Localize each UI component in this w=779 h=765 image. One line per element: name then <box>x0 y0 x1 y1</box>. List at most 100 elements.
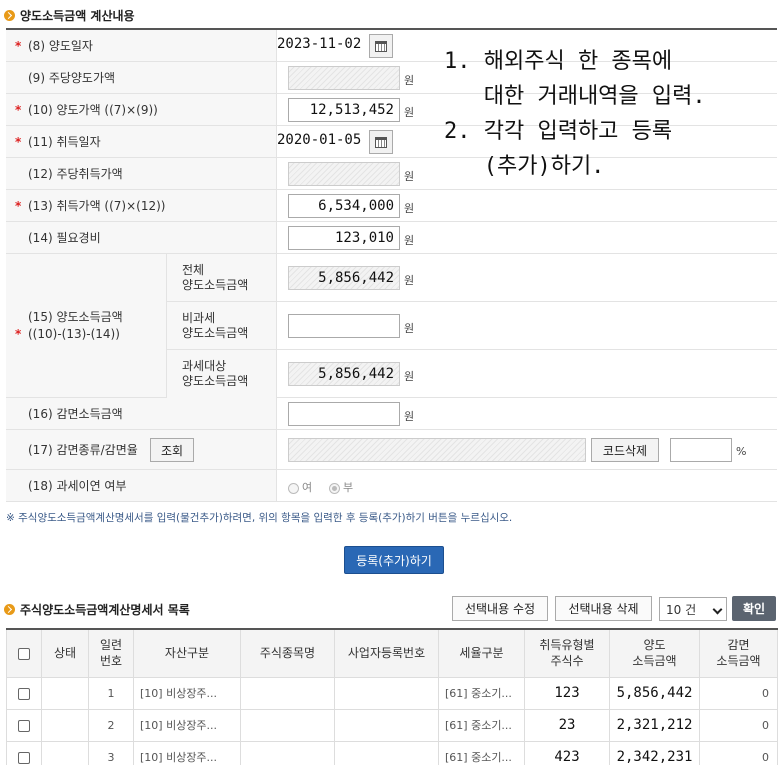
percent-unit: % <box>736 445 747 458</box>
confirm-button[interactable]: 확인 <box>732 596 776 621</box>
calendar-icon <box>375 136 387 148</box>
col-stock: 주식종목명 <box>240 628 335 678</box>
transfer-income-label: (15) 양도소득금액 <box>28 309 123 324</box>
chevron-down-icon <box>712 604 723 615</box>
reduction-rate-input[interactable] <box>670 438 732 462</box>
row-checkbox[interactable] <box>18 719 30 732</box>
necessary-expenses-label: (14) 필요경비 <box>28 231 101 245</box>
unit-won: 원 <box>404 234 415 247</box>
transfer-date-label: (8) 양도일자 <box>28 39 93 53</box>
row-acquisition-price: * (13) 취득가액 ((7)×(12)) 6,534,000 원 <box>6 190 777 222</box>
cell-asset: [10] 비상장주... <box>133 676 241 710</box>
transfer-income-formula: ((10)-(13)-(14)) <box>28 326 120 341</box>
acquisition-date-value[interactable]: 2020-01-05 <box>277 132 361 148</box>
section-title-text: 양도소득금액 계산내용 <box>20 9 135 23</box>
unit-won: 원 <box>404 74 415 87</box>
lookup-button[interactable]: 조회 <box>150 438 194 462</box>
unit-acquisition-price-label: (12) 주당취득가액 <box>28 167 123 181</box>
nontax-income-input[interactable] <box>288 314 400 338</box>
transfer-date-calendar-button[interactable] <box>369 34 393 58</box>
table-row[interactable]: 1 [10] 비상장주... [61] 중소기... 123 5,856,442… <box>6 676 778 710</box>
cell-exempt: 0 <box>699 740 778 765</box>
col-exempt: 감면 소득금액 <box>699 628 778 678</box>
cell-asset: [10] 비상장주... <box>133 708 241 742</box>
transfer-price-label: (10) 양도가액 ((7)×(9)) <box>28 103 158 117</box>
total-income-label: 전체 양도소득금액 <box>167 254 277 302</box>
transfer-price-input[interactable]: 12,513,452 <box>288 98 400 122</box>
col-asset: 자산구분 <box>133 628 241 678</box>
row-tax-deferral: (18) 과세이연 여부 여 부 <box>6 470 777 502</box>
cell-stock <box>240 708 335 742</box>
cell-gain: 2,342,231 <box>609 740 700 765</box>
cell-stock <box>240 740 335 765</box>
cell-gain: 5,856,442 <box>609 676 700 710</box>
reduction-income-input[interactable] <box>288 402 400 426</box>
section-title-calc: 양도소득금액 계산내용 <box>4 7 135 24</box>
acquisition-date-calendar-button[interactable] <box>369 130 393 154</box>
radio-no[interactable] <box>329 482 340 494</box>
table-row[interactable]: 2 [10] 비상장주... [61] 중소기... 23 2,321,212 … <box>6 708 778 742</box>
cell-asset: [10] 비상장주... <box>133 740 241 765</box>
section-title-list: 주식양도소득금액계산명세서 목록 <box>4 601 190 618</box>
section-title-text: 주식양도소득금액계산명세서 목록 <box>20 603 190 617</box>
page-size-select[interactable]: 10 건 <box>659 597 727 621</box>
required-mark: * <box>15 102 22 117</box>
cell-taxtype: [61] 중소기... <box>438 708 525 742</box>
taxable-income-input: 5,856,442 <box>288 362 400 386</box>
col-qty: 취득유형별 주식수 <box>524 628 610 678</box>
cell-gain: 2,321,212 <box>609 708 700 742</box>
cell-bizno <box>334 708 439 742</box>
register-button[interactable]: 등록(추가)하기 <box>344 546 444 574</box>
cell-qty: 23 <box>524 708 610 742</box>
row-reduction-income: (16) 감면소득금액 원 <box>6 398 777 430</box>
table-row[interactable]: 3 [10] 비상장주... [61] 중소기... 423 2,342,231… <box>6 740 778 765</box>
select-all-checkbox[interactable] <box>18 647 30 660</box>
cell-status <box>41 676 89 710</box>
table-header: 상태 일련 번호 자산구분 주식종목명 사업자등록번호 세율구분 취득유형별 주식수… <box>6 628 778 678</box>
unit-transfer-price-label: (9) 주당양도가액 <box>28 71 116 85</box>
col-taxtype: 세율구분 <box>438 628 525 678</box>
cell-seq: 3 <box>88 740 134 765</box>
row-transfer-income: (15) 양도소득금액 * ((10)-(13)-(14)) 전체 양도소득금액 비… <box>6 254 777 398</box>
transfer-date-value[interactable]: 2023-11-02 <box>277 36 361 52</box>
cell-taxtype: [61] 중소기... <box>438 740 525 765</box>
reduction-type-label: (17) 감면종류/감면율 <box>28 443 138 457</box>
notice-text: ※ 주식양도소득금액계산명세서를 입력(물건추가)하려면, 위의 항목을 입력한… <box>6 512 513 524</box>
taxable-income-label: 과세대상 양도소득금액 <box>167 350 277 398</box>
edit-selected-button[interactable]: 선택내용 수정 <box>452 596 548 621</box>
cell-qty: 423 <box>524 740 610 765</box>
unit-won: 원 <box>404 202 415 215</box>
cell-seq: 2 <box>88 708 134 742</box>
col-seq: 일련 번호 <box>88 628 134 678</box>
acquisition-date-label: (11) 취득일자 <box>28 135 101 149</box>
cell-exempt: 0 <box>699 708 778 742</box>
unit-won: 원 <box>404 410 415 423</box>
cell-status <box>41 740 89 765</box>
required-mark: * <box>15 134 22 149</box>
acquisition-price-input[interactable]: 6,534,000 <box>288 194 400 218</box>
cell-bizno <box>334 740 439 765</box>
calc-form: * (8) 양도일자 2023-11-02 (9) 주당양도가액 원 * (10) … <box>6 28 777 502</box>
section-bullet-icon <box>4 10 15 21</box>
delete-selected-button[interactable]: 선택내용 삭제 <box>555 596 652 621</box>
tax-deferral-no[interactable]: 부 <box>329 479 353 495</box>
row-necessary-expenses: (14) 필요경비 123,010 원 <box>6 222 777 254</box>
radio-yes[interactable] <box>288 482 299 494</box>
reduction-type-input <box>288 438 586 462</box>
row-checkbox[interactable] <box>18 687 30 700</box>
row-checkbox[interactable] <box>18 751 30 764</box>
tax-deferral-yes[interactable]: 여 <box>288 479 312 495</box>
unit-transfer-price-input <box>288 66 400 90</box>
col-status: 상태 <box>41 628 89 678</box>
delete-code-button[interactable]: 코드삭제 <box>591 438 659 462</box>
nontax-income-label: 비과세 양도소득금액 <box>167 302 277 350</box>
cell-seq: 1 <box>88 676 134 710</box>
row-reduction-type: (17) 감면종류/감면율 조회 코드삭제 % <box>6 430 777 470</box>
cell-status <box>41 708 89 742</box>
section-bullet-icon <box>4 604 15 615</box>
required-mark: * <box>15 326 22 341</box>
necessary-expenses-input[interactable]: 123,010 <box>288 226 400 250</box>
unit-won: 원 <box>404 322 415 335</box>
cell-exempt: 0 <box>699 676 778 710</box>
total-income-input: 5,856,442 <box>288 266 400 290</box>
